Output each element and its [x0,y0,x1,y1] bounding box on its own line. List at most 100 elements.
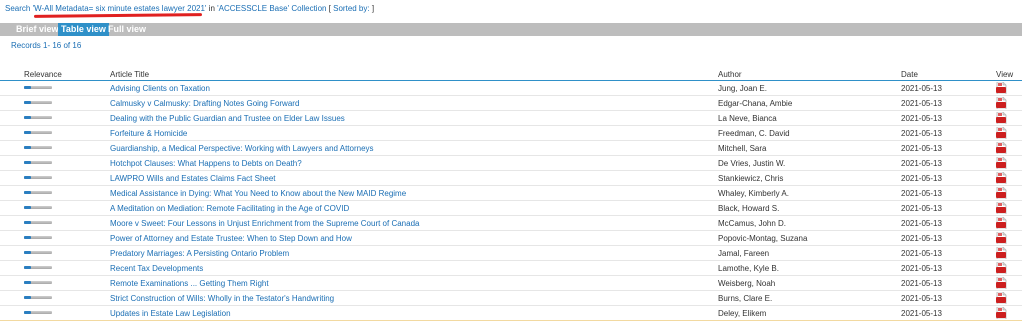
table-row: Recent Tax Developments Lamothe, Kyle B. 2… [0,261,1022,276]
table-row: Guardianship, a Medical Perspective: Wor… [0,141,1022,156]
table-header: Relevance Article Title Author Date View [0,68,1022,81]
pdf-icon[interactable] [996,82,1007,94]
header-author[interactable]: Author [718,70,742,79]
table-body: Advising Clients on Taxation Jung, Joan E… [0,81,1022,321]
table-row: Dealing with the Public Guardian and Tru… [0,111,1022,126]
article-title-link[interactable]: Calmusky v Calmusky: Drafting Notes Goin… [110,99,299,108]
relevance-fill [24,266,31,269]
header-view: View [996,70,1014,79]
relevance-bar [24,251,52,254]
article-title-link[interactable]: Remote Examinations ... Getting Them Rig… [110,279,269,288]
records-count: Records 1- 16 of 16 [11,41,82,50]
pdf-icon[interactable] [996,127,1007,139]
table-row: Remote Examinations ... Getting Them Rig… [0,276,1022,291]
author-cell: Jamal, Fareen [718,249,770,258]
pdf-icon[interactable] [996,262,1007,274]
article-title-link[interactable]: Medical Assistance in Dying: What You Ne… [110,189,406,198]
article-title-link[interactable]: Advising Clients on Taxation [110,84,210,93]
author-cell: Popovic-Montag, Suzana [718,234,808,243]
pdf-icon[interactable] [996,157,1007,169]
article-title-link[interactable]: Recent Tax Developments [110,264,203,273]
date-cell: 2021-05-13 [901,189,942,198]
tab-full-view[interactable]: Full view [105,23,149,36]
header-title[interactable]: Article Title [110,70,149,79]
author-cell: McCamus, John D. [718,219,787,228]
pdf-icon[interactable] [996,202,1007,214]
author-cell: De Vries, Justin W. [718,159,786,168]
search-in-text: in [206,4,218,13]
article-title-link[interactable]: Power of Attorney and Estate Trustee: Wh… [110,234,352,243]
search-query-link[interactable]: 'W-All Metadata= six minute estates lawy… [33,4,207,13]
tab-brief-view[interactable]: Brief view [13,23,62,36]
pdf-icon[interactable] [996,142,1007,154]
article-title-link[interactable]: A Meditation on Mediation: Remote Facili… [110,204,349,213]
table-row: Advising Clients on Taxation Jung, Joan E… [0,81,1022,96]
table-row: Moore v Sweet: Four Lessons in Unjust En… [0,216,1022,231]
relevance-bar [24,296,52,299]
tab-table-view[interactable]: Table view [58,23,109,36]
article-title-link[interactable]: Moore v Sweet: Four Lessons in Unjust En… [110,219,419,228]
table-row: Power of Attorney and Estate Trustee: Wh… [0,231,1022,246]
table-row: Predatory Marriages: A Persisting Ontari… [0,246,1022,261]
date-cell: 2021-05-13 [901,174,942,183]
header-date[interactable]: Date [901,70,918,79]
date-cell: 2021-05-13 [901,84,942,93]
relevance-bar [24,146,52,149]
pdf-icon[interactable] [996,307,1007,319]
relevance-bar [24,281,52,284]
relevance-bar [24,266,52,269]
pdf-icon[interactable] [996,232,1007,244]
header-relevance[interactable]: Relevance [24,70,62,79]
date-cell: 2021-05-13 [901,279,942,288]
table-row: Forfeiture & Homicide Freedman, C. David 2… [0,126,1022,141]
article-title-link[interactable]: Updates in Estate Law Legislation [110,309,231,318]
relevance-fill [24,176,31,179]
author-cell: Freedman, C. David [718,129,790,138]
author-cell: Jung, Joan E. [718,84,767,93]
search-collection-link[interactable]: Collection [289,4,326,13]
article-title-link[interactable]: Strict Construction of Wills: Wholly in … [110,294,334,303]
date-cell: 2021-05-13 [901,99,942,108]
sorted-by-link[interactable]: Sorted by: [333,4,372,13]
relevance-bar [24,161,52,164]
bracket-close: ] [371,4,375,13]
article-title-link[interactable]: Dealing with the Public Guardian and Tru… [110,114,345,123]
article-title-link[interactable]: Guardianship, a Medical Perspective: Wor… [110,144,374,153]
relevance-bar [24,191,52,194]
article-title-link[interactable]: Forfeiture & Homicide [110,129,187,138]
pdf-icon[interactable] [996,292,1007,304]
date-cell: 2021-05-13 [901,129,942,138]
pdf-icon[interactable] [996,172,1007,184]
pdf-icon[interactable] [996,247,1007,259]
article-title-link[interactable]: Predatory Marriages: A Persisting Ontari… [110,249,289,258]
pdf-icon[interactable] [996,97,1007,109]
pdf-icon[interactable] [996,217,1007,229]
author-cell: La Neve, Bianca [718,114,777,123]
table-row: Strict Construction of Wills: Wholly in … [0,291,1022,306]
relevance-bar [24,176,52,179]
author-cell: Whaley, Kimberly A. [718,189,789,198]
relevance-fill [24,146,31,149]
pdf-icon[interactable] [996,112,1007,124]
pdf-icon[interactable] [996,187,1007,199]
relevance-bar [24,236,52,239]
relevance-fill [24,296,31,299]
relevance-bar [24,101,52,104]
relevance-fill [24,191,31,194]
article-title-link[interactable]: LAWPRO Wills and Estates Claims Fact She… [110,174,276,183]
relevance-fill [24,281,31,284]
date-cell: 2021-05-13 [901,219,942,228]
author-cell: Black, Howard S. [718,204,780,213]
search-prefix-link[interactable]: Search [5,4,33,13]
author-cell: Mitchell, Sara [718,144,767,153]
search-base-link[interactable]: 'ACCESSCLE Base' [217,4,289,13]
date-cell: 2021-05-13 [901,309,942,318]
date-cell: 2021-05-13 [901,249,942,258]
results-table: Relevance Article Title Author Date View… [0,68,1022,321]
author-cell: Weisberg, Noah [718,279,776,288]
pdf-icon[interactable] [996,277,1007,289]
article-title-link[interactable]: Hotchpot Clauses: What Happens to Debts … [110,159,302,168]
date-cell: 2021-05-13 [901,234,942,243]
author-cell: Lamothe, Kyle B. [718,264,779,273]
relevance-bar [24,131,52,134]
